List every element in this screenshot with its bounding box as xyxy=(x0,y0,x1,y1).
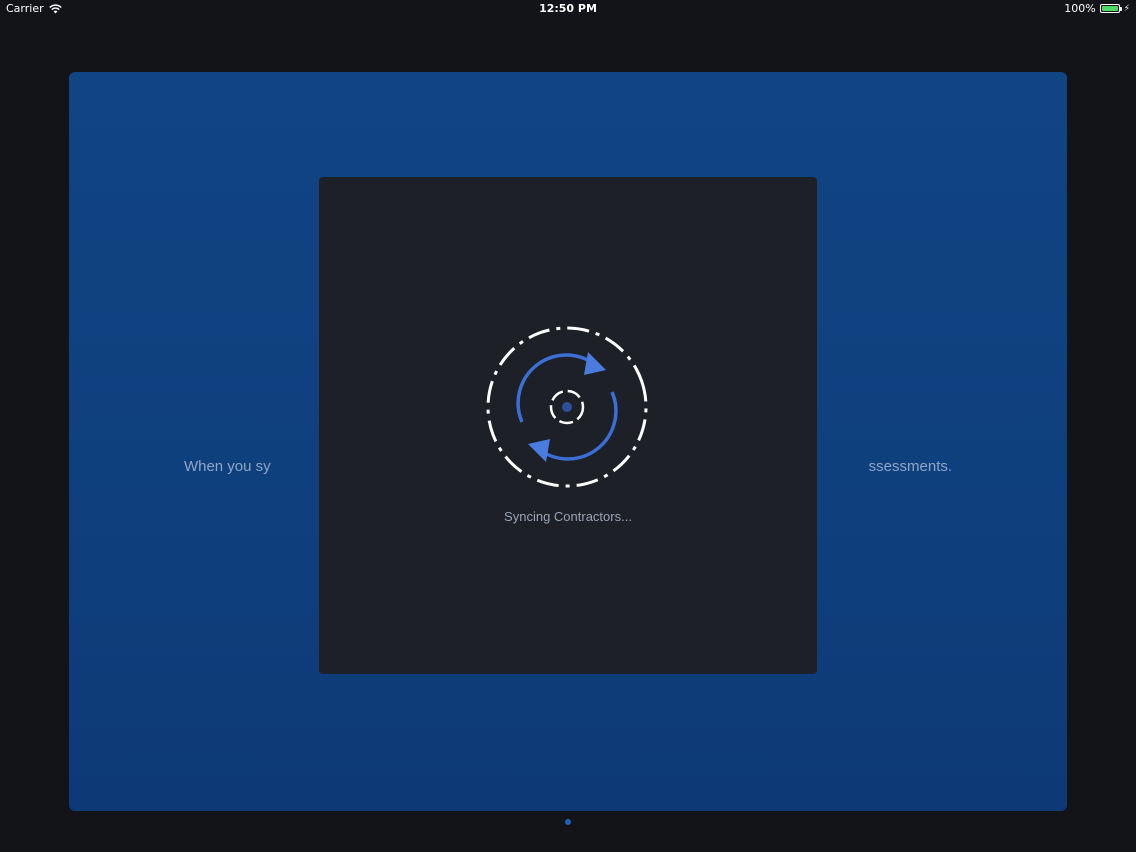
sync-icon xyxy=(486,326,648,488)
status-bar: Carrier 12:50 PM 100% ⚡ xyxy=(0,0,1136,18)
sync-status-label: Syncing Contractors... xyxy=(504,509,632,524)
charging-icon: ⚡ xyxy=(1123,3,1130,14)
status-right: 100% ⚡ xyxy=(1064,2,1130,15)
battery-percent: 100% xyxy=(1064,2,1096,15)
battery-icon xyxy=(1099,4,1122,13)
card-text-left: When you sy xyxy=(183,458,271,475)
page-indicator-dot[interactable] xyxy=(565,819,571,825)
sync-modal: Syncing Contractors... xyxy=(319,177,817,674)
status-time: 12:50 PM xyxy=(539,2,597,15)
card-text-right: ssessments. xyxy=(868,458,953,475)
